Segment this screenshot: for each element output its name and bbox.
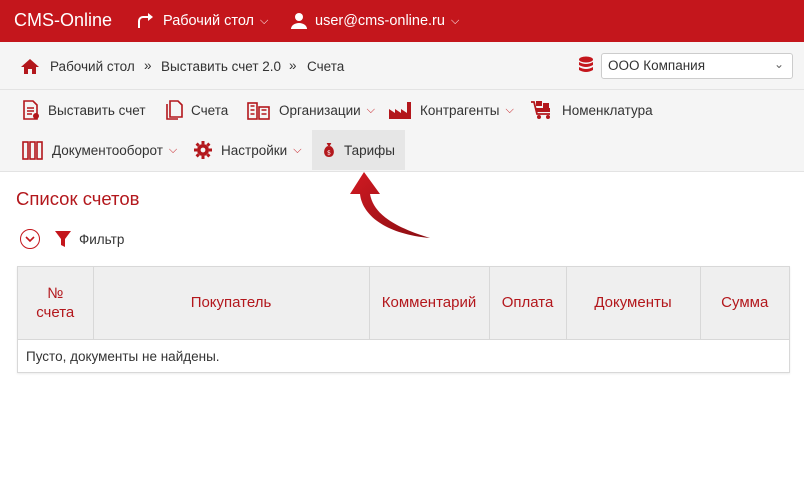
column-header-documents[interactable]: Документы [566,267,701,340]
menu-item-label: Контрагенты [420,102,500,118]
buildings-icon [247,102,270,120]
column-header-buyer[interactable]: Покупатель [93,267,370,340]
binders-icon [22,141,43,160]
filter-icon[interactable] [54,229,72,249]
breadcrumb-item-desktop[interactable]: Рабочий стол [50,59,135,74]
column-header-comment[interactable]: Комментарий [369,267,490,340]
money-bag-icon: $ [324,143,334,157]
company-select[interactable]: ООО Компания ⌄ [601,53,793,79]
menu-item-tariffs[interactable]: $ Тарифы [312,130,405,170]
chevron-down-icon: ⌄ [773,57,784,71]
user-menu-button[interactable]: user@cms-online.ru ⌵ [290,0,459,42]
chevron-down-icon: ⌵ [366,103,375,116]
pointer-arrow-icon [350,172,430,238]
menu-item-label: Организации [279,102,361,118]
menu-item-document-flow[interactable]: Документооборот ⌵ [12,130,187,170]
column-header-payment[interactable]: Оплата [489,267,567,340]
filter-row: Фильтр [20,229,124,249]
menu-item-settings[interactable]: Настройки ⌵ [183,130,312,170]
column-header-number[interactable]: № счета [18,267,94,340]
empty-state-text: Пусто, документы не найдены. [26,348,220,364]
menu-item-nomenclature[interactable]: Номенклатура [520,90,663,130]
user-email: user@cms-online.ru [315,13,445,29]
home-icon[interactable] [20,58,40,75]
column-header-amount[interactable]: Сумма [700,267,789,340]
chevron-down-icon: ⌵ [260,14,269,27]
table-row: Пусто, документы не найдены. [18,339,789,373]
database-icon [579,56,593,72]
table-header-row: № счета Покупатель Комментарий Оплата До… [18,267,789,340]
brand-logo[interactable]: CMS-Online [14,10,112,31]
menu-item-label: Номенклатура [562,102,653,118]
menu-item-label: Счета [191,102,229,118]
breadcrumb-item-invoices: Счета [307,59,345,74]
menu-item-label: Тарифы [343,142,395,158]
desktop-label: Рабочий стол [163,13,255,29]
cart-icon [531,101,550,119]
menu-item-label: Документооборот [52,142,163,158]
chevron-down-icon: ⌵ [293,143,302,156]
user-icon [291,13,307,29]
chevron-down-icon [25,236,35,243]
page-title: Список счетов [16,188,140,209]
top-navbar: CMS-Online Рабочий стол ⌵ user@cms-onlin… [0,0,804,42]
breadcrumb-item-invoice[interactable]: Выставить счет 2.0 [161,59,281,74]
company-select-value: ООО Компания [608,58,706,73]
gear-icon [194,141,212,159]
desktop-share-icon [138,13,153,28]
invoices-table: № счета Покупатель Комментарий Оплата До… [17,266,790,373]
menu-item-label: Настройки [221,142,288,158]
menu-item-invoices[interactable]: Счета [155,90,238,130]
documents-icon [166,100,183,120]
expand-circle-button[interactable] [20,229,40,249]
breadcrumb-separator: » [144,58,152,73]
chevron-down-icon: ⌵ [168,143,178,156]
invoice-icon [23,100,39,120]
breadcrumb-separator: » [289,58,297,73]
factory-icon [389,102,411,119]
desktop-menu-button[interactable]: Рабочий стол ⌵ [136,0,268,42]
menu-item-counterparties[interactable]: Контрагенты ⌵ [378,90,524,130]
chevron-down-icon: ⌵ [450,14,460,27]
main-menu: Выставить счет Счета Организации ⌵ Контр… [0,90,804,172]
menu-item-organizations[interactable]: Организации ⌵ [237,90,385,130]
menu-item-create-invoice[interactable]: Выставить счет [12,90,156,130]
filter-label[interactable]: Фильтр [79,232,124,247]
breadcrumb: Рабочий стол » Выставить счет 2.0 » Счет… [0,42,804,90]
svg-text:$: $ [327,150,331,157]
menu-item-label: Выставить счет [48,102,146,118]
chevron-down-icon: ⌵ [505,103,514,116]
